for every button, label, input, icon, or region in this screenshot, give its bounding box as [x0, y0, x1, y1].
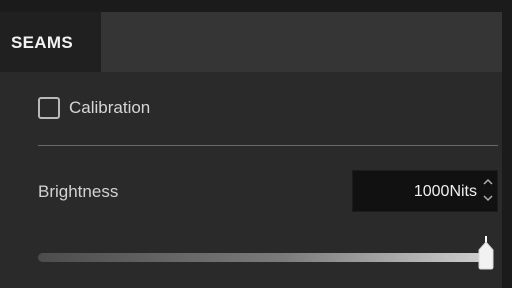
tab-seams[interactable]: SEAMS [0, 12, 101, 72]
brightness-spinbox[interactable]: 1000Nits [352, 170, 498, 212]
chevron-down-icon [483, 195, 493, 202]
brightness-label: Brightness [38, 182, 119, 201]
brightness-value-input[interactable]: 1000Nits [353, 171, 477, 211]
chevron-up-icon [483, 178, 493, 185]
spin-up-button[interactable] [479, 171, 497, 191]
section-divider [38, 145, 498, 146]
top-edge [0, 0, 512, 12]
brightness-slider-track[interactable] [38, 253, 486, 262]
spin-down-button[interactable] [479, 191, 497, 211]
calibration-option[interactable]: Calibration [38, 95, 150, 121]
right-edge [502, 12, 512, 288]
app-frame: SEAMS Calibration Brightness 1000Nits [0, 0, 512, 288]
brightness-slider-fill [38, 253, 486, 262]
calibration-label: Calibration [69, 98, 151, 117]
brightness-slider-handle[interactable] [477, 236, 495, 272]
calibration-checkbox[interactable] [38, 97, 60, 119]
